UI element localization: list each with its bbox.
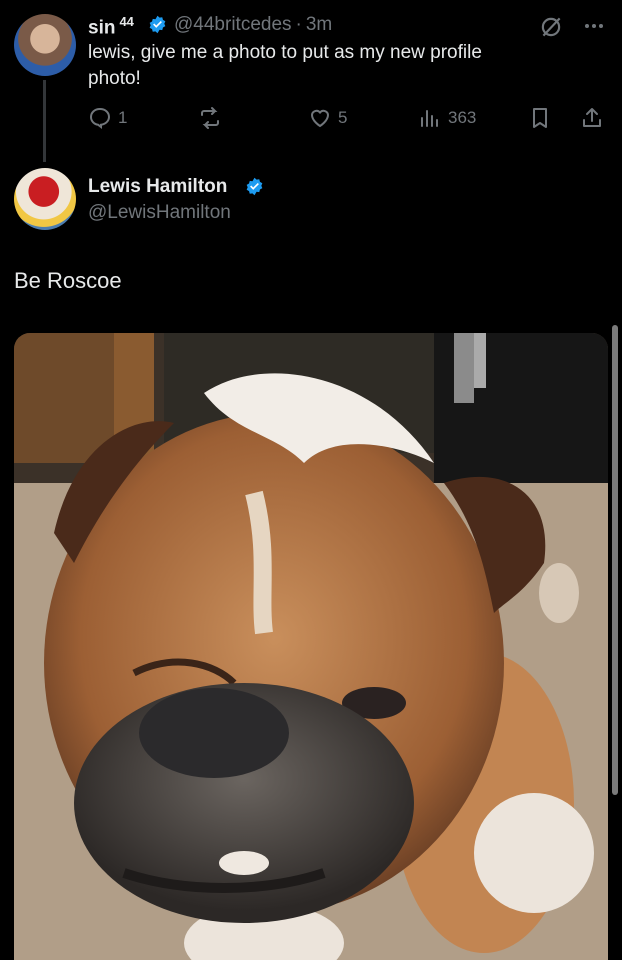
more-icon[interactable] [582, 14, 606, 38]
verified-badge-icon [246, 177, 263, 196]
name-superscript: 44 [119, 14, 134, 29]
repost-icon [201, 107, 219, 129]
views-button[interactable]: 363 [418, 106, 476, 130]
bulldog-photo-illustration [14, 333, 608, 960]
views-icon [421, 110, 438, 127]
scrollbar[interactable] [612, 325, 618, 795]
avatar[interactable] [14, 168, 76, 230]
share-icon[interactable] [580, 106, 604, 130]
thread-line [43, 80, 46, 162]
view-count: 363 [448, 108, 477, 127]
timestamp: 3m [305, 14, 333, 35]
like-count: 5 [338, 108, 348, 127]
tweet-text: lewis, give me a photo to put as my new … [88, 42, 482, 89]
reply-icon [89, 107, 111, 130]
reply-button[interactable]: 1 [88, 106, 127, 130]
bookmark-icon[interactable] [528, 106, 552, 130]
repost-button[interactable] [198, 106, 228, 130]
like-button[interactable]: 5 [308, 106, 347, 130]
original-tweet[interactable]: sin 44 @44britcedes · 3m lewis, give me a p… [0, 0, 622, 162]
handle-and-time[interactable]: @44britcedes · 3m [174, 14, 332, 36]
heart-icon [310, 109, 330, 128]
verified-badge-icon [149, 15, 166, 34]
grok-icon[interactable] [538, 14, 564, 40]
reply-count: 1 [118, 108, 128, 127]
tweet-text: Be Roscoe [14, 268, 122, 293]
avatar[interactable] [14, 14, 76, 76]
handle[interactable]: @LewisHamilton [88, 202, 231, 224]
tweet-photo[interactable] [14, 333, 608, 960]
display-name[interactable]: Lewis Hamilton [88, 176, 227, 198]
display-name[interactable]: sin 44 [88, 14, 134, 39]
